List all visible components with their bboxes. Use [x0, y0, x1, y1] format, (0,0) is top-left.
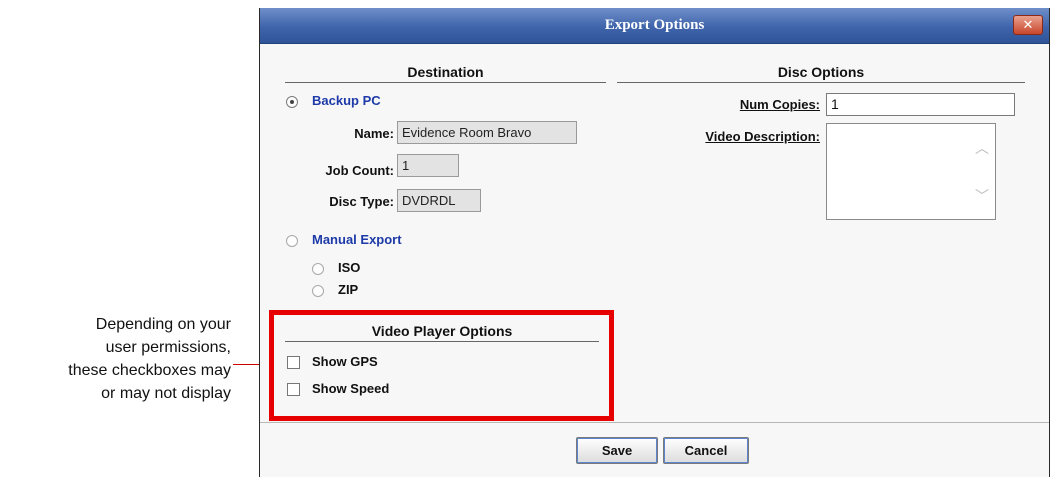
- video-description-textarea[interactable]: ︿ ﹀: [826, 123, 996, 220]
- name-field[interactable]: Evidence Room Bravo: [397, 121, 577, 144]
- disc-type-label: Disc Type:: [329, 194, 394, 209]
- annotation-line: Depending on your: [95, 316, 231, 333]
- close-icon: ✕: [1022, 17, 1034, 32]
- job-count-field[interactable]: 1: [397, 154, 459, 177]
- backup-pc-radio[interactable]: [286, 96, 298, 108]
- video-description-label: Video Description:: [705, 129, 820, 144]
- annotation-line: user permissions,: [105, 339, 231, 356]
- num-copies-label: Num Copies:: [739, 97, 820, 112]
- close-button[interactable]: ✕: [1013, 15, 1043, 35]
- iso-radio[interactable]: [312, 263, 324, 275]
- iso-label[interactable]: ISO: [338, 260, 360, 275]
- zip-radio[interactable]: [312, 285, 324, 297]
- num-copies-input[interactable]: 1: [826, 93, 1015, 116]
- zip-label[interactable]: ZIP: [338, 282, 358, 297]
- name-label: Name:: [354, 126, 394, 141]
- callout-annotation: Depending on your user permissions, thes…: [1, 313, 231, 405]
- disc-options-heading: Disc Options: [617, 64, 1025, 83]
- backup-pc-label[interactable]: Backup PC: [312, 93, 381, 108]
- destination-heading: Destination: [285, 64, 606, 83]
- annotation-line: or may not display: [101, 385, 231, 402]
- save-button[interactable]: Save: [576, 437, 658, 464]
- manual-export-radio[interactable]: [286, 235, 298, 247]
- scroll-up-icon[interactable]: ︿: [975, 138, 989, 158]
- scroll-down-icon[interactable]: ﹀: [975, 186, 989, 206]
- job-count-label: Job Count:: [325, 163, 394, 178]
- manual-export-label[interactable]: Manual Export: [312, 232, 402, 247]
- disc-type-field[interactable]: DVDRDL: [397, 189, 481, 212]
- annotation-line: these checkboxes may: [68, 362, 231, 379]
- footer-divider: [260, 422, 1049, 423]
- dialog-titlebar[interactable]: Export Options ✕: [260, 8, 1049, 44]
- dialog-title: Export Options: [604, 17, 705, 33]
- cancel-button[interactable]: Cancel: [663, 437, 749, 464]
- highlight-box: [269, 310, 614, 421]
